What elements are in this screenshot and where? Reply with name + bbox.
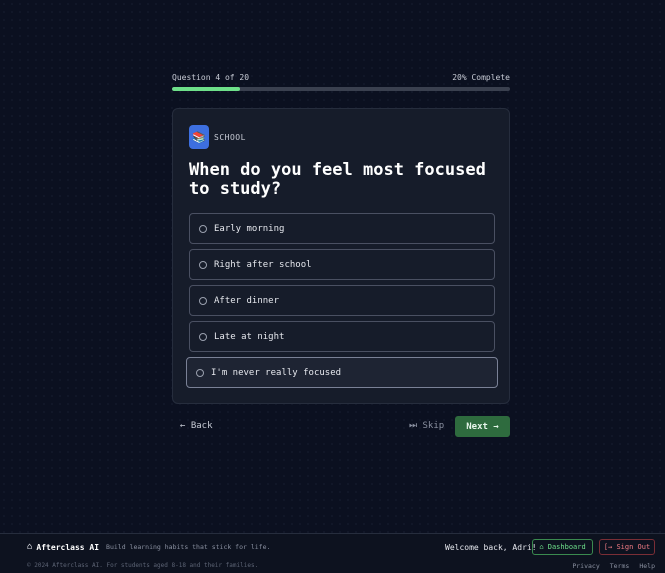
- progress-section: Question 4 of 20 20% Complete: [172, 73, 510, 91]
- option-label: Late at night: [214, 331, 285, 342]
- question-nav: ← Back ⏭ Skip Next →: [172, 416, 510, 437]
- skip-button[interactable]: ⏭ Skip: [409, 421, 444, 431]
- terms-link[interactable]: Terms: [610, 562, 630, 570]
- category-row: 📚 SCHOOL: [189, 125, 246, 149]
- question-card: 📚 SCHOOL When do you feel most focused t…: [172, 108, 510, 404]
- help-link[interactable]: Help: [639, 562, 655, 570]
- copyright: © 2024 Afterclass AI. For students aged …: [27, 562, 259, 569]
- category-label: SCHOOL: [214, 132, 246, 142]
- next-button[interactable]: Next →: [455, 416, 510, 437]
- radio-icon: [199, 260, 207, 269]
- privacy-link[interactable]: Privacy: [572, 562, 599, 570]
- option-label: Early morning: [214, 223, 285, 234]
- answer-option[interactable]: Late at night: [189, 321, 495, 352]
- dashboard-button[interactable]: ⌂ Dashboard: [532, 539, 593, 555]
- progress-fill: [172, 87, 240, 91]
- question-text: When do you feel most focused to study?: [189, 160, 486, 199]
- brand-name[interactable]: Afterclass AI: [36, 543, 99, 552]
- answer-options: Early morning Right after school After d…: [186, 213, 498, 393]
- books-icon: 📚: [189, 125, 209, 149]
- sign-out-button[interactable]: [→ Sign Out: [599, 539, 655, 555]
- answer-option[interactable]: Early morning: [189, 213, 495, 244]
- radio-icon: [196, 368, 204, 377]
- progress-percent: 20% Complete: [452, 73, 510, 82]
- answer-option[interactable]: Right after school: [189, 249, 495, 280]
- tagline: Build learning habits that stick for lif…: [106, 543, 271, 551]
- brand: ⌂ Afterclass AI Build learning habits th…: [27, 542, 270, 552]
- welcome-text: Welcome back, Adri!: [445, 543, 537, 552]
- answer-option[interactable]: I'm never really focused: [186, 357, 498, 388]
- question-counter: Question 4 of 20: [172, 73, 250, 82]
- home-icon: ⌂: [27, 542, 33, 552]
- radio-icon: [199, 224, 207, 233]
- option-label: I'm never really focused: [211, 367, 342, 378]
- footer: ⌂ Afterclass AI Build learning habits th…: [0, 533, 665, 573]
- option-label: After dinner: [214, 295, 280, 306]
- answer-option[interactable]: After dinner: [189, 285, 495, 316]
- radio-icon: [199, 296, 207, 305]
- option-label: Right after school: [214, 259, 312, 270]
- radio-icon: [199, 332, 207, 341]
- progress-bar: [172, 87, 510, 91]
- back-button[interactable]: ← Back: [180, 421, 213, 431]
- footer-links: Privacy Terms Help: [572, 562, 655, 570]
